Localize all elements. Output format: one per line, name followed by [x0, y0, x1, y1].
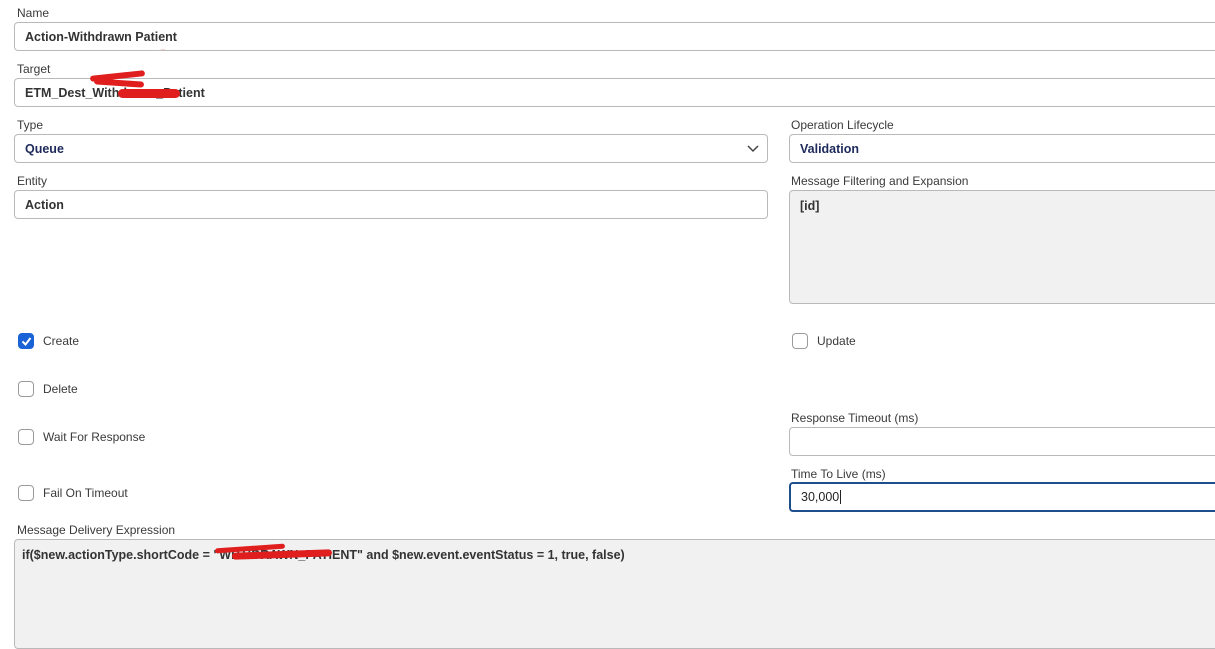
target-label: Target	[17, 62, 51, 76]
message-filtering-textarea[interactable]: [id]	[789, 190, 1215, 304]
type-label: Type	[17, 118, 44, 132]
entity-value: Action	[25, 197, 64, 212]
time-to-live-input[interactable]: 30,000	[789, 482, 1215, 512]
entity-input[interactable]: Action	[14, 190, 768, 219]
message-delivery-textarea[interactable]: if($new.actionType.shortCode = "WITHDRAW…	[14, 539, 1215, 649]
operation-lifecycle-label: Operation Lifecycle	[791, 118, 894, 132]
target-input[interactable]: ETM_Dest_Withdrawn_Patient	[14, 78, 1215, 107]
message-filtering-label: Message Filtering and Expansion	[791, 174, 969, 188]
message-delivery-label: Message Delivery Expression	[17, 523, 176, 537]
time-to-live-label: Time To Live (ms)	[791, 467, 886, 481]
update-label: Update	[817, 334, 856, 348]
time-to-live-value: 30,000	[801, 490, 840, 504]
operation-lifecycle-select[interactable]: Validation	[789, 134, 1215, 163]
create-label: Create	[43, 334, 80, 348]
wait-for-response-checkbox[interactable]	[18, 429, 34, 445]
name-label: Name	[17, 6, 50, 20]
wait-for-response-label: Wait For Response	[43, 430, 146, 444]
operation-lifecycle-value: Validation	[800, 141, 860, 156]
checkmark-icon	[21, 337, 32, 347]
type-value: Queue	[25, 141, 64, 156]
create-checkbox[interactable]	[18, 333, 34, 349]
type-select[interactable]: Queue	[14, 134, 768, 163]
delete-label: Delete	[43, 382, 78, 396]
update-checkbox[interactable]	[792, 333, 808, 349]
name-value: Action-Withdrawn Patient	[25, 29, 177, 44]
chevron-down-icon	[747, 145, 759, 153]
delete-checkbox[interactable]	[18, 381, 34, 397]
fail-on-timeout-label: Fail On Timeout	[43, 486, 128, 500]
text-cursor	[840, 490, 842, 504]
entity-label: Entity	[17, 174, 48, 188]
name-input[interactable]: Action-Withdrawn Patient	[14, 22, 1215, 51]
redaction-mark	[118, 89, 180, 98]
response-timeout-label: Response Timeout (ms)	[791, 411, 919, 425]
message-filtering-value: [id]	[800, 199, 820, 213]
response-timeout-input[interactable]	[789, 427, 1215, 456]
fail-on-timeout-checkbox[interactable]	[18, 485, 34, 501]
redaction-mark	[72, 49, 169, 50]
